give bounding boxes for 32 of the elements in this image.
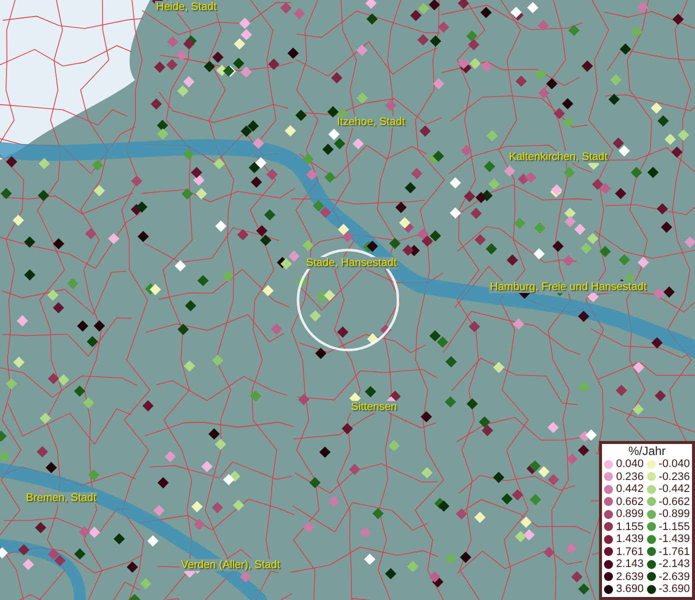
legend-value: 2.639: [616, 570, 644, 583]
place-label: Hamburg, Freie und Hansestadt: [489, 281, 648, 293]
legend-value: 1.155: [616, 520, 644, 533]
legend-value: -3.690: [658, 583, 690, 596]
legend-value: 3.690: [616, 583, 644, 596]
legend-value: -0.236: [658, 470, 690, 483]
place-label: Verden (Aller), Stadt: [180, 559, 282, 571]
place-label: Heide, Stadt: [155, 1, 218, 13]
selection-circle[interactable]: [296, 248, 400, 352]
place-label: Sittensen: [350, 401, 398, 413]
legend-value: -0.040: [658, 458, 690, 470]
legend-value: 0.662: [616, 496, 644, 508]
legend-value: 0.236: [616, 470, 644, 483]
place-label: Itzehoe, Stadt: [336, 116, 406, 128]
legend-value: -0.899: [658, 508, 690, 520]
legend-value: -2.639: [658, 570, 690, 583]
legend-title: %/Jahr: [628, 444, 666, 458]
legend-value: 1.761: [616, 546, 644, 558]
legend-value: -1.155: [658, 520, 690, 533]
legend-value: 2.143: [616, 558, 644, 570]
legend-value: -2.143: [658, 558, 690, 570]
legend-value: -0.662: [658, 496, 690, 508]
place-label: Stade, Hansestadt: [305, 257, 398, 269]
place-label: Bremen, Stadt: [25, 492, 98, 504]
legend-value: 0.899: [616, 508, 644, 520]
legend-value: 1.439: [616, 533, 644, 546]
legend-value: -1.439: [658, 533, 690, 546]
place-label: Kaltenkirchen, Stadt: [508, 151, 608, 163]
legend-value: -1.761: [658, 546, 690, 558]
legend-value: 0.040: [616, 458, 644, 470]
legend-value: -0.442: [658, 483, 690, 496]
legend-value: 0.442: [616, 483, 644, 496]
